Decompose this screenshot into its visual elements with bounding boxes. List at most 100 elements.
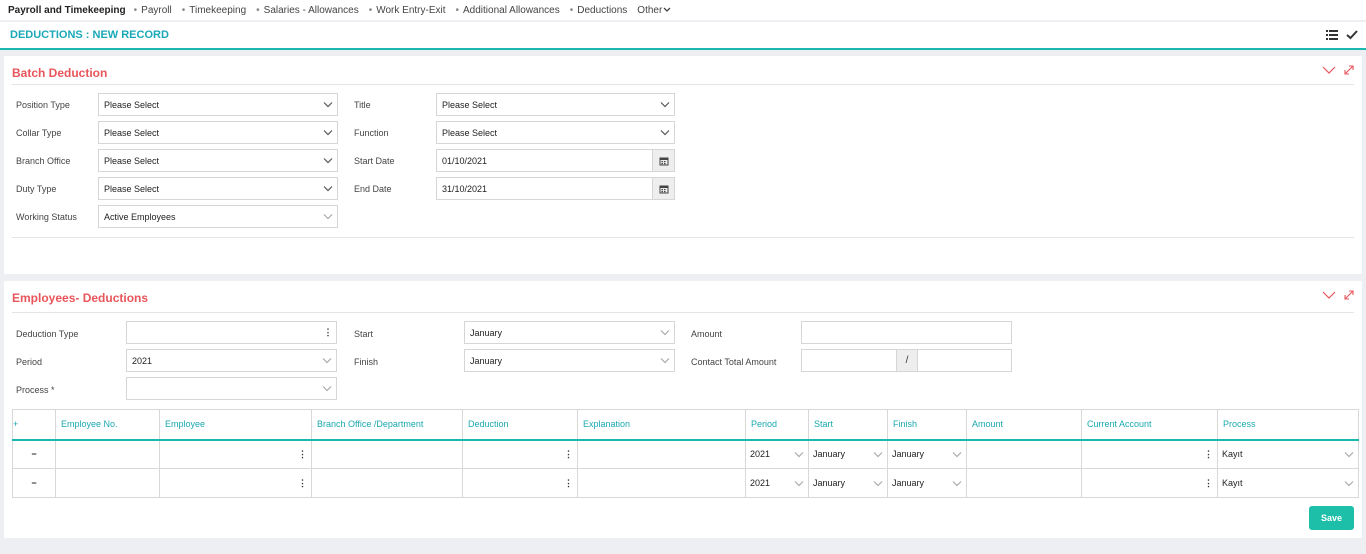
branch-office-cell[interactable] [311,468,463,498]
finish-cell[interactable]: January [887,468,967,498]
deduction-cell[interactable]: ⋮ [462,468,578,498]
column-header[interactable]: Explanation [577,409,746,441]
employee-no-cell[interactable] [55,468,160,498]
collar-type-select[interactable]: Please Select [98,121,338,144]
start-date-input[interactable]: 01/10/2021 [436,149,653,172]
nav-additional-allowances[interactable]: Additional Allowances [463,5,560,16]
contact-total-amount-input-2[interactable] [917,349,1012,372]
working-status-value: Active Employees [104,211,176,222]
more-options-icon[interactable]: ⋮ [1204,478,1213,489]
contact-total-amount-input[interactable] [801,349,897,372]
chevron-down-icon [873,480,883,486]
duty-type-select[interactable]: Please Select [98,177,338,200]
column-header[interactable]: Employee No. [55,409,160,441]
explanation-cell[interactable] [577,468,746,498]
more-options-icon[interactable]: ⋮ [1204,449,1213,460]
nav-timekeeping[interactable]: Timekeeping [189,5,246,16]
employee-no-cell[interactable] [55,439,160,469]
chevron-down-icon [1344,480,1354,486]
explanation-cell[interactable] [577,439,746,469]
finish-value: January [470,355,503,366]
expand-icon[interactable] [1344,65,1354,75]
nav-other-label: Other [637,4,663,16]
remove-row-button[interactable]: − [12,468,56,498]
period-cell-value: 2021 [750,449,771,460]
period-value: 2021 [132,355,153,366]
chevron-down-icon [322,358,332,364]
column-header[interactable]: Process [1217,409,1359,441]
deduction-type-input[interactable]: ⋮ [126,321,337,344]
working-status-select[interactable]: Active Employees [98,205,338,228]
calendar-icon [659,157,668,165]
contact-total-separator: / [897,349,917,372]
divider [12,84,1354,85]
process-select[interactable] [126,377,337,400]
column-header[interactable]: Deduction [462,409,578,441]
nav-work-entry-exit[interactable]: Work Entry-Exit [376,5,445,16]
column-header[interactable]: Finish [887,409,967,441]
more-options-icon[interactable]: ⋮ [298,449,307,460]
function-select[interactable]: Please Select [436,121,675,144]
more-options-icon[interactable]: ⋮ [564,449,573,460]
bullet: • [455,4,460,16]
position-type-select[interactable]: Please Select [98,93,338,116]
chevron-down-icon [323,214,333,220]
title-select[interactable]: Please Select [436,93,675,116]
finish-cell[interactable]: January [887,439,967,469]
column-header[interactable]: Period [745,409,809,441]
module-title[interactable]: Payroll and Timekeeping [8,5,126,16]
chevron-down-icon[interactable] [1322,290,1336,300]
branch-office-select[interactable]: Please Select [98,149,338,172]
column-header[interactable]: Employee [159,409,312,441]
save-button[interactable]: Save [1309,506,1354,530]
finish-cell-value: January [892,449,925,460]
list-icon[interactable] [1326,29,1338,40]
start-date-label: Start Date [354,156,395,166]
contact-total-amount-label: Contact Total Amount [691,357,777,367]
amount-cell[interactable] [966,439,1082,469]
current-account-cell[interactable]: ⋮ [1081,468,1218,498]
function-label: Function [354,128,389,138]
deduction-cell[interactable]: ⋮ [462,439,578,469]
current-account-cell[interactable]: ⋮ [1081,439,1218,469]
start-cell[interactable]: January [808,439,888,469]
start-date-calendar-button[interactable] [653,149,675,172]
end-date-input[interactable]: 31/10/2021 [436,177,653,200]
nav-other-menu[interactable]: Other [637,5,672,16]
check-icon[interactable] [1346,29,1358,40]
start-cell[interactable]: January [808,468,888,498]
amount-input[interactable] [801,321,1012,344]
process-cell[interactable]: Kayıt [1217,468,1359,498]
table-row: − ⋮ ⋮ 2021 January January ⋮ Kayıt [12,439,1359,469]
start-select[interactable]: January [464,321,675,344]
period-cell[interactable]: 2021 [745,468,809,498]
amount-cell[interactable] [966,468,1082,498]
finish-select[interactable]: January [464,349,675,372]
employee-cell[interactable]: ⋮ [159,439,312,469]
employee-cell[interactable]: ⋮ [159,468,312,498]
branch-office-cell[interactable] [311,439,463,469]
column-header[interactable]: Amount [966,409,1082,441]
chevron-down-icon[interactable] [1322,65,1336,75]
process-cell[interactable]: Kayıt [1217,439,1359,469]
more-options-icon[interactable]: ⋮ [320,327,336,338]
column-header[interactable]: Current Account [1081,409,1218,441]
period-cell[interactable]: 2021 [745,439,809,469]
chevron-down-icon [660,102,670,108]
more-options-icon[interactable]: ⋮ [564,478,573,489]
column-header[interactable]: Start [808,409,888,441]
employees-deductions-panel: Employees- Deductions Deduction Type ⋮ P… [4,281,1362,538]
remove-row-button[interactable]: − [12,439,56,469]
bullet: • [569,4,574,16]
add-row-button[interactable]: + [12,409,56,441]
period-select[interactable]: 2021 [126,349,337,372]
end-date-calendar-button[interactable] [653,177,675,200]
nav-salaries-allowances[interactable]: Salaries - Allowances [264,5,359,16]
expand-icon[interactable] [1344,290,1354,300]
chevron-down-icon [660,130,670,136]
start-cell-value: January [813,478,846,488]
nav-deductions[interactable]: Deductions [577,5,627,16]
nav-payroll[interactable]: Payroll [141,5,172,16]
column-header[interactable]: Branch Office /Department [311,409,463,441]
more-options-icon[interactable]: ⋮ [298,478,307,489]
